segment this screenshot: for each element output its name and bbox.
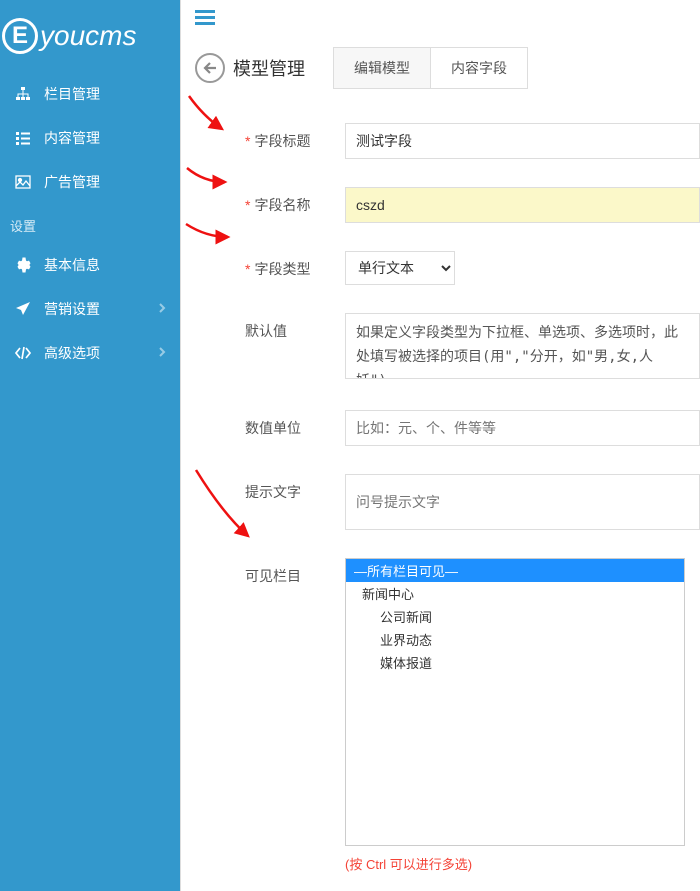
form: *字段标题 *字段名称 *字段类型 单行文本 默认值 如果定义字段类型为下拉框、… [181,103,700,891]
field-name-label: 字段名称 [254,197,310,213]
sidebar-item-basic[interactable]: 基本信息 [0,243,180,287]
sidebar-item-label: 高级选项 [44,343,100,363]
main-content: 模型管理 编辑模型 内容字段 *字段标题 *字段名称 *字段类型 单行文本 默认… [180,0,700,891]
tab-edit-model[interactable]: 编辑模型 [334,48,431,88]
ctrl-hint: (按 Ctrl 可以进行多选) [345,854,700,873]
sidebar-item-label: 内容管理 [44,128,100,148]
sidebar-item-label: 基本信息 [44,255,100,275]
sidebar-item-label: 栏目管理 [44,84,100,104]
unit-input[interactable] [345,410,700,446]
tabs: 编辑模型 内容字段 [333,47,528,89]
page-header: 模型管理 编辑模型 内容字段 [181,37,700,103]
listbox-item-industry[interactable]: 业界动态 [346,628,684,651]
chevron-right-icon [158,345,166,361]
visible-label: 可见栏目 [245,568,301,584]
sidebar: Eyoucms 栏目管理 内容管理 广告管理 设置 基本信息 营销设置 [0,0,180,891]
logo: Eyoucms [0,0,180,72]
sidebar-item-marketing[interactable]: 营销设置 [0,287,180,331]
chevron-right-icon [158,301,166,317]
visible-columns-listbox[interactable]: —所有栏目可见— 新闻中心 公司新闻 业界动态 媒体报道 [345,558,685,846]
listbox-item-media[interactable]: 媒体报道 [346,651,684,674]
tab-content-fields[interactable]: 内容字段 [431,48,527,88]
sidebar-item-advanced[interactable]: 高级选项 [0,331,180,375]
image-icon [14,174,32,190]
page-title: 模型管理 [233,55,305,81]
sidebar-item-ad[interactable]: 广告管理 [0,160,180,204]
field-type-select[interactable]: 单行文本 [345,251,455,285]
gear-icon [14,257,32,273]
listbox-item-news[interactable]: 新闻中心 [346,582,684,605]
hint-input[interactable] [345,474,700,530]
sidebar-item-catalog[interactable]: 栏目管理 [0,72,180,116]
sitemap-icon [14,86,32,102]
logo-icon: E [2,18,38,54]
sidebar-item-label: 营销设置 [44,299,100,319]
sidebar-item-content[interactable]: 内容管理 [0,116,180,160]
send-icon [14,301,32,317]
sidebar-section-settings: 设置 [0,204,180,243]
hint-label: 提示文字 [245,484,301,500]
hamburger-icon[interactable] [195,13,215,29]
listbox-item-company[interactable]: 公司新闻 [346,605,684,628]
list-icon [14,130,32,146]
field-title-label: 字段标题 [254,133,310,149]
field-title-input[interactable] [345,123,700,159]
default-value-label: 默认值 [245,323,287,339]
listbox-item-all[interactable]: —所有栏目可见— [346,559,684,582]
code-icon [14,345,32,361]
default-value-textarea[interactable]: 如果定义字段类型为下拉框、单选项、多选项时，此处填写被选择的项目(用","分开，… [345,313,700,379]
sidebar-item-label: 广告管理 [44,172,100,192]
unit-label: 数值单位 [245,420,301,436]
field-name-input[interactable] [345,187,700,223]
back-button[interactable] [195,53,225,83]
field-type-label: 字段类型 [254,261,310,277]
